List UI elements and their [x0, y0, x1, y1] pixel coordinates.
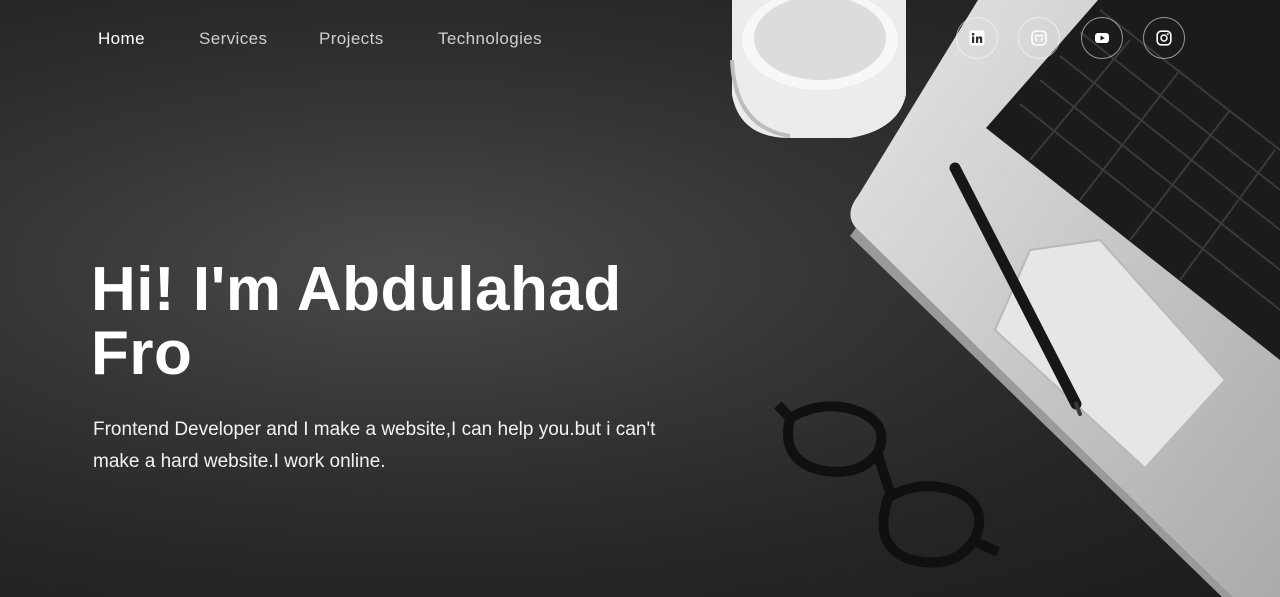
hero-title-line-2: Fro	[91, 319, 193, 388]
instagram-icon	[1156, 30, 1172, 46]
nav-link-services[interactable]: Services	[199, 29, 267, 49]
eyeglasses	[774, 401, 1001, 568]
github-icon	[1031, 30, 1047, 46]
social-link-instagram[interactable]	[1143, 17, 1185, 59]
social-link-youtube[interactable]	[1081, 17, 1123, 59]
social-link-github[interactable]	[1018, 17, 1060, 59]
linkedin-icon	[969, 30, 985, 46]
nav-link-home[interactable]: Home	[98, 29, 145, 49]
hero-title: Hi! I'm Abdulahad Fro	[91, 258, 691, 386]
nav-link-technologies[interactable]: Technologies	[438, 29, 542, 49]
top-navigation: Home Services Projects Technologies	[0, 0, 1280, 80]
youtube-icon	[1095, 33, 1109, 43]
hero-title-line-1: Hi! I'm Abdulahad	[91, 255, 622, 324]
hero-description: Frontend Developer and I make a website,…	[93, 419, 656, 472]
laptop	[850, 0, 1280, 597]
social-link-linkedin[interactable]	[956, 17, 998, 59]
nav-link-projects[interactable]: Projects	[319, 29, 384, 49]
